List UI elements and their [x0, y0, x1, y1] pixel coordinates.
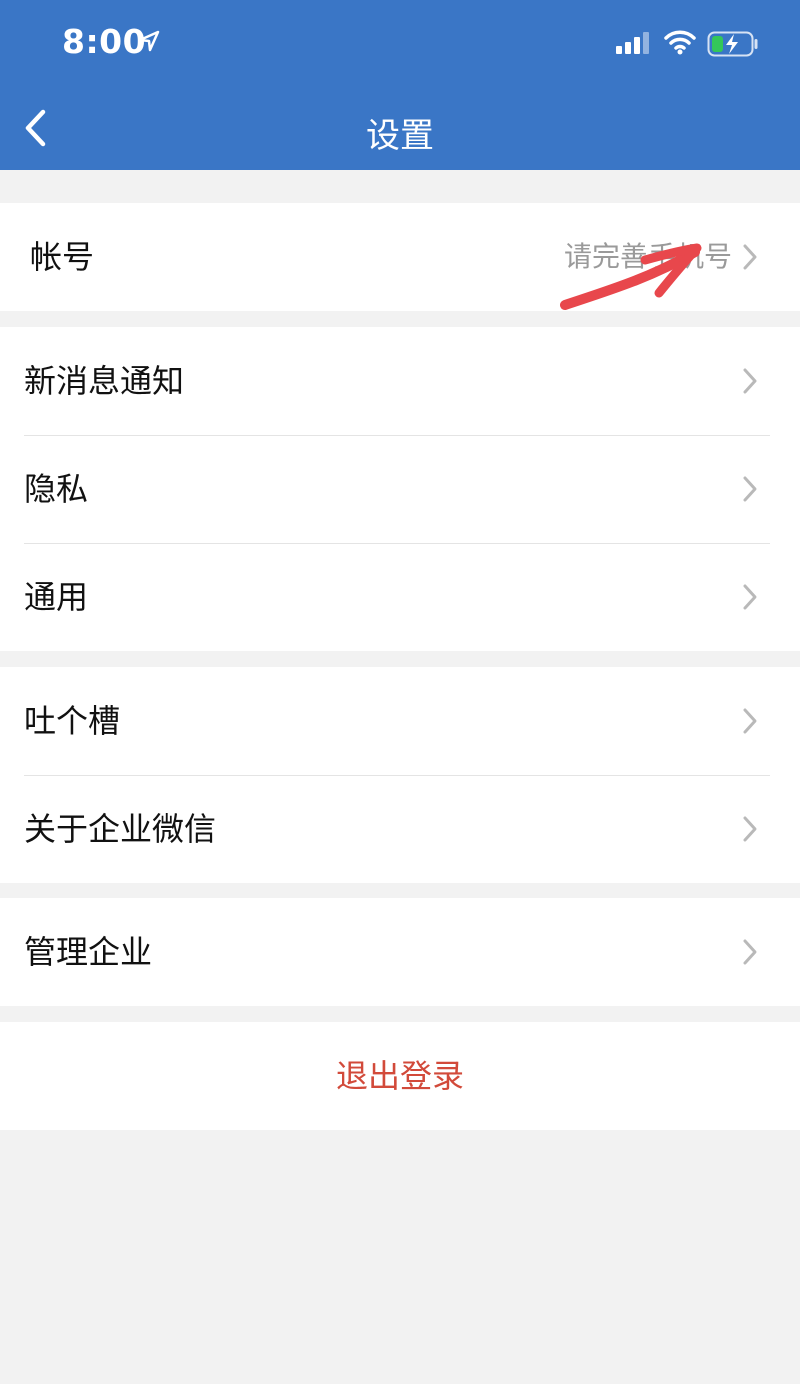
- manage-section: 管理企业: [0, 898, 800, 1006]
- location-arrow-icon: [138, 30, 160, 52]
- logout-button[interactable]: 退出登录: [0, 1022, 800, 1130]
- row-label: 新消息通知: [24, 362, 185, 400]
- row-label: 通用: [24, 578, 89, 616]
- divider: [24, 543, 770, 544]
- settings-row-notifications[interactable]: 新消息通知: [0, 327, 800, 435]
- settings-row-manage-enterprise[interactable]: 管理企业: [0, 898, 800, 1006]
- chevron-right-icon: [743, 584, 757, 610]
- settings-row-general[interactable]: 通用: [0, 543, 800, 651]
- divider: [24, 435, 770, 436]
- page-title: 设置: [366, 116, 434, 156]
- settings-row-feedback[interactable]: 吐个槽: [0, 667, 800, 775]
- row-label: 隐私: [24, 470, 89, 508]
- row-label: 关于企业微信: [24, 810, 217, 848]
- feedback-section: 吐个槽 关于企业微信: [0, 667, 800, 883]
- wifi-icon: [664, 30, 696, 55]
- status-time: 8:00: [62, 22, 147, 61]
- settings-row-privacy[interactable]: 隐私: [0, 435, 800, 543]
- chevron-right-icon: [743, 244, 757, 270]
- general-section: 新消息通知 隐私 通用: [0, 327, 800, 651]
- row-label: 管理企业: [24, 933, 153, 971]
- battery-charging-icon: [707, 31, 758, 57]
- settings-row-about[interactable]: 关于企业微信: [0, 775, 800, 883]
- row-label: 吐个槽: [24, 702, 121, 740]
- header: 8:00 设置: [0, 0, 800, 170]
- chevron-right-icon: [743, 476, 757, 502]
- chevron-right-icon: [743, 368, 757, 394]
- chevron-right-icon: [743, 816, 757, 842]
- cellular-signal-icon: [616, 32, 649, 54]
- chevron-right-icon: [743, 708, 757, 734]
- row-label: 帐号: [30, 238, 95, 276]
- annotation-arrow-icon: [560, 243, 702, 310]
- chevron-right-icon: [743, 939, 757, 965]
